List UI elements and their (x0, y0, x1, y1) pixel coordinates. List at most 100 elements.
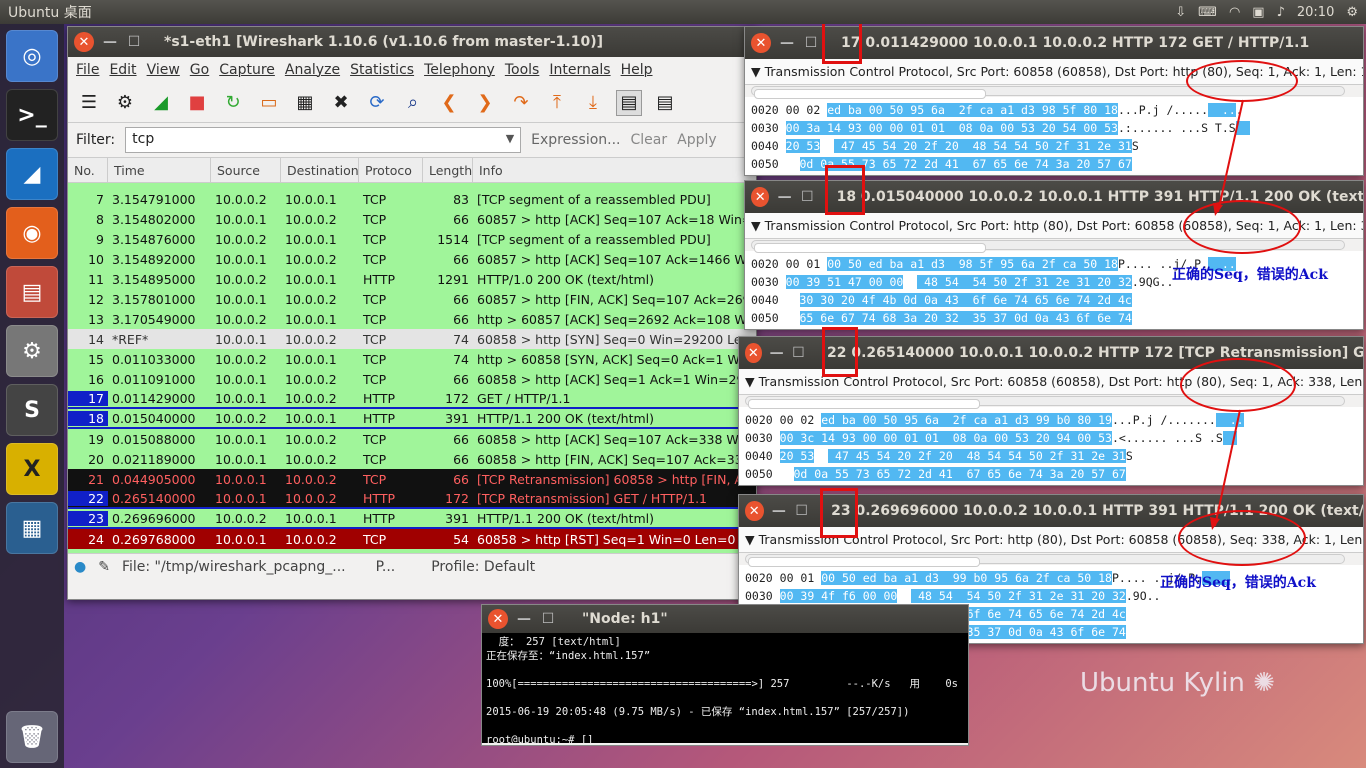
ascii-selected[interactable]: 48 54 54 50 2f 31 2e 31 20 32 (917, 275, 1132, 289)
close-icon[interactable]: ✕ (751, 187, 770, 207)
open-file-icon[interactable]: ▭ (256, 90, 282, 116)
hex-bytes-selected[interactable]: 00 39 4f f6 00 00 (779, 589, 898, 603)
menu-help[interactable]: Help (621, 62, 653, 78)
files-icon[interactable]: ▤ (6, 266, 58, 318)
close-icon[interactable]: ✕ (488, 609, 508, 629)
maximize-icon[interactable]: ☐ (803, 35, 819, 51)
col-destination[interactable]: Destination (281, 158, 359, 182)
start-capture-icon[interactable]: ◢ (148, 90, 174, 116)
goto-icon[interactable]: ↷ (508, 90, 534, 116)
expander-icon[interactable]: ▼ (751, 218, 761, 233)
clock[interactable]: 20:10 (1297, 5, 1334, 20)
maximize-icon[interactable]: ☐ (126, 34, 142, 50)
app-icon[interactable]: ▦ (6, 502, 58, 554)
clear-button[interactable]: Clear (631, 132, 668, 148)
ascii-selected[interactable]: 30 30 20 4f 4b 0d 0a 43 6f 6e 74 65 6e 7… (799, 293, 1132, 307)
menu-go[interactable]: Go (190, 62, 209, 78)
gear-icon[interactable]: ⚙ (1346, 5, 1358, 20)
trash-icon[interactable]: 🗑 (6, 711, 58, 763)
menu-internals[interactable]: Internals (549, 62, 610, 78)
hex-bytes-selected[interactable]: 20 53 (785, 139, 821, 153)
menu-view[interactable]: View (147, 62, 180, 78)
expression-button[interactable]: Expression... (531, 132, 620, 148)
minimize-icon[interactable]: — (770, 345, 784, 361)
autoscroll-icon[interactable]: ▤ (652, 90, 678, 116)
col-no[interactable]: No. (68, 158, 108, 182)
settings-icon[interactable]: ⚙ (6, 325, 58, 377)
hex-bytes-selected[interactable]: 20 53 (779, 449, 815, 463)
table-row[interactable]: 18 0.015040000 10.0.0.2 10.0.0.1 HTTP 391 HTTP… (68, 409, 756, 429)
terminal-icon[interactable]: >_ (6, 89, 58, 141)
table-row[interactable]: 17 0.011429000 10.0.0.1 10.0.0.2 HTTP 172 GET … (68, 389, 756, 409)
table-row[interactable]: 10 3.154892000 10.0.0.1 10.0.0.2 TCP 66 60857 … (68, 249, 756, 269)
expert-info-icon[interactable]: ● (74, 559, 86, 575)
restart-capture-icon[interactable]: ↻ (220, 90, 246, 116)
table-row[interactable]: 20 0.021189000 10.0.0.1 10.0.0.2 TCP 66 60858 … (68, 449, 756, 469)
last-packet-icon[interactable]: ⤓ (580, 90, 606, 116)
table-row[interactable]: 21 0.044905000 10.0.0.1 10.0.0.2 TCP 66 [TCP R… (68, 469, 756, 489)
table-row[interactable]: 13 3.170549000 10.0.0.2 10.0.0.1 TCP 66 http >… (68, 309, 756, 329)
hex-dump[interactable]: 0020 00 02 ed ba 00 50 95 6a 2f ca a1 d3… (745, 97, 1363, 175)
sublime-icon[interactable]: S (6, 384, 58, 436)
interfaces-icon[interactable]: ☰ (76, 90, 102, 116)
ubuntu-icon[interactable]: ◎ (6, 30, 58, 82)
minimize-icon[interactable]: — (772, 503, 787, 519)
ascii-selected[interactable]: .. (1215, 413, 1244, 427)
minimize-icon[interactable]: — (102, 34, 118, 50)
firefox-icon[interactable]: ◉ (6, 207, 58, 259)
col-info[interactable]: Info (473, 158, 756, 182)
options-icon[interactable]: ⚙ (112, 90, 138, 116)
table-row[interactable]: 16 0.011091000 10.0.0.1 10.0.0.2 TCP 66 60858 … (68, 369, 756, 389)
menu-capture[interactable]: Capture (219, 62, 275, 78)
close-icon[interactable]: ✕ (745, 501, 764, 521)
ascii-selected[interactable]: 0d 0a 55 73 65 72 2d 41 67 65 6e 74 3a 2… (793, 467, 1126, 481)
ascii-selected[interactable]: 47 45 54 20 2f 20 48 54 54 50 2f 31 2e 3… (834, 139, 1132, 153)
expander-icon[interactable]: ▼ (745, 532, 755, 547)
table-row[interactable]: 12 3.157801000 10.0.0.1 10.0.0.2 TCP 66 60857 … (68, 289, 756, 309)
menu-analyze[interactable]: Analyze (285, 62, 340, 78)
close-file-icon[interactable]: ✖ (328, 90, 354, 116)
menu-edit[interactable]: Edit (109, 62, 136, 78)
hex-bytes-selected[interactable]: 00 50 ed ba a1 d3 99 b0 95 6a 2f ca 50 1… (821, 571, 1112, 585)
menu-file[interactable]: File (76, 62, 99, 78)
table-row[interactable]: 19 0.015088000 10.0.0.1 10.0.0.2 TCP 66 60858 … (68, 429, 756, 449)
first-packet-icon[interactable]: ⤒ (544, 90, 570, 116)
save-file-icon[interactable]: ▦ (292, 90, 318, 116)
ascii-selected[interactable] (1222, 431, 1237, 445)
table-row[interactable]: 11 3.154895000 10.0.0.2 10.0.0.1 HTTP 1291 HTT… (68, 269, 756, 289)
hex-bytes-selected[interactable]: 00 3c 14 93 00 00 01 01 08 0a 00 53 20 9… (779, 431, 1112, 445)
ascii-selected[interactable]: 65 6e 67 74 68 3a 20 32 35 37 0d 0a 43 6… (799, 311, 1132, 325)
expander-icon[interactable]: ▼ (751, 64, 761, 79)
table-row[interactable]: 24 0.269768000 10.0.0.1 10.0.0.2 TCP 54 60858 … (68, 529, 756, 549)
chevron-down-icon[interactable]: ▼ (506, 132, 514, 145)
hex-dump[interactable]: 0020 00 02 ed ba 00 50 95 6a 2f ca a1 d3… (739, 407, 1363, 485)
apply-button[interactable]: Apply (677, 132, 717, 148)
status-profile[interactable]: Profile: Default (431, 559, 535, 575)
wireshark-icon[interactable]: ◢ (6, 148, 58, 200)
table-row[interactable]: 23 0.269696000 10.0.0.2 10.0.0.1 HTTP 391 HTTP… (68, 509, 756, 529)
minimize-icon[interactable]: — (516, 611, 532, 627)
hex-bytes-selected[interactable]: ed ba 00 50 95 6a 2f ca a1 d3 99 b0 80 1… (821, 413, 1112, 427)
maximize-icon[interactable]: ☐ (792, 345, 805, 361)
ascii-selected[interactable]: .. (1208, 103, 1236, 117)
hex-dump[interactable]: 0020 00 01 00 50 ed ba a1 d3 98 5f 95 6a… (745, 251, 1363, 329)
ascii-selected[interactable]: 48 54 54 50 2f 31 2e 31 20 32 (911, 589, 1126, 603)
table-row[interactable]: 9 3.154876000 10.0.0.2 10.0.0.1 TCP 1514 [TCP … (68, 229, 756, 249)
edit-comment-icon[interactable]: ✎ (98, 559, 110, 575)
input-method-icon[interactable]: ▣ (1252, 5, 1264, 20)
keyboard-icon[interactable]: ⌨ (1198, 5, 1217, 20)
close-icon[interactable]: ✕ (74, 32, 94, 52)
col-time[interactable]: Time (108, 158, 211, 182)
volume-icon[interactable]: ♪ (1277, 5, 1285, 20)
minimize-icon[interactable]: — (777, 189, 792, 205)
minimize-icon[interactable]: — (779, 35, 795, 51)
maximize-icon[interactable]: ☐ (540, 611, 556, 627)
hex-bytes-selected[interactable]: 00 3a 14 93 00 00 01 01 08 0a 00 53 20 5… (785, 121, 1118, 135)
terminal-output[interactable]: 度： 257 [text/html] 正在保存至：“index.html.157”… (482, 633, 968, 743)
download-icon[interactable]: ⇩ (1175, 5, 1186, 20)
menu-tools[interactable]: Tools (505, 62, 540, 78)
close-icon[interactable]: ✕ (751, 33, 771, 53)
maximize-icon[interactable]: ☐ (794, 503, 809, 519)
ascii-selected[interactable] (1235, 121, 1250, 135)
back-icon[interactable]: ❮ (436, 90, 462, 116)
